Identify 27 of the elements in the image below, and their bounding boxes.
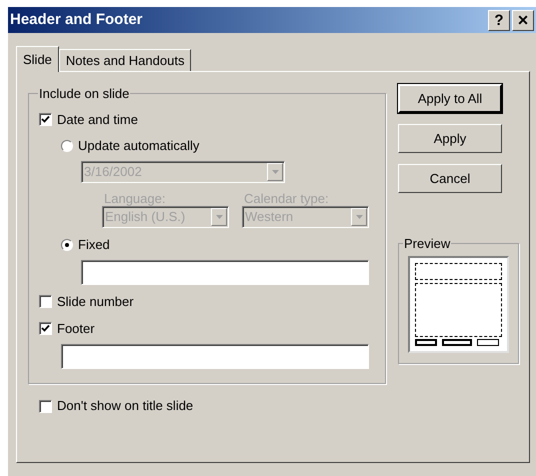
checkbox-label: Slide number	[57, 292, 134, 311]
dialog-button[interactable]: Apply	[398, 124, 502, 153]
tab[interactable]: Notes and Handouts	[58, 49, 192, 71]
radio-button[interactable]	[61, 238, 73, 250]
checkbox-label: Don't show on title slide	[57, 397, 194, 416]
dialog-button[interactable]: Apply to All	[398, 84, 502, 113]
radio-button[interactable]	[61, 140, 73, 152]
fixed-date-field[interactable]	[81, 260, 369, 284]
checkbox-label: Footer	[57, 320, 95, 338]
checkbox-label: Date and time	[57, 110, 138, 129]
radio-label: Fixed	[78, 236, 110, 254]
footer-field[interactable]	[61, 344, 369, 368]
tab[interactable]: Slide	[16, 46, 59, 72]
close-button[interactable]: ×	[512, 10, 534, 30]
window-title: Header and Footer	[10, 10, 144, 30]
checkbox[interactable]	[39, 295, 52, 308]
checkbox[interactable]	[39, 400, 52, 412]
dialog-button[interactable]: Cancel	[398, 164, 502, 193]
group-title: Include on slide	[38, 85, 130, 103]
caret-icon	[267, 162, 283, 180]
group-title: Preview	[403, 235, 452, 253]
radio-label: Update automatically	[78, 136, 200, 155]
help-button[interactable]: ?	[488, 10, 510, 30]
checkbox[interactable]	[39, 322, 52, 335]
caret-icon	[211, 208, 227, 226]
checkbox[interactable]	[39, 113, 52, 126]
caret-icon	[351, 208, 367, 226]
